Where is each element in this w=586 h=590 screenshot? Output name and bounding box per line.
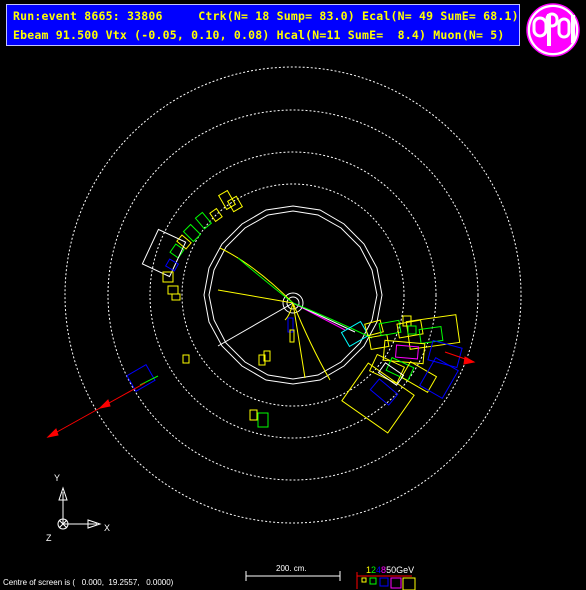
track [237, 257, 294, 304]
jet-chamber-outline [208, 210, 378, 380]
track [217, 302, 294, 347]
y-axis-label: Y [54, 473, 60, 483]
track [292, 302, 331, 381]
event-info-header: Run:event 8665: 33806 Ctrk(N= 18 Sump= 8… [6, 4, 520, 46]
jet-chamber-outline-inner [203, 205, 383, 385]
lower-left-cluster [126, 354, 269, 428]
axes-indicator [57, 486, 102, 530]
hcal-ring-outer [107, 109, 479, 481]
ecal-ring [181, 183, 405, 407]
muon-chamber-ring-outer [64, 66, 522, 524]
track [292, 302, 306, 379]
arrowhead-icon [46, 428, 59, 438]
opal-logo [526, 3, 580, 57]
hcal-ring-inner [149, 151, 437, 439]
centre-of-screen: Centre of screen is ( 0.000, 19.2557, 0.… [3, 578, 174, 587]
track [292, 302, 373, 339]
x-axis-label: X [104, 523, 110, 533]
energy-digits: 124850GeV [366, 565, 414, 575]
event-display: Y X Z 200. cm. 124850GeV [46, 66, 522, 590]
event-info-line-2: Ebeam 91.500 Vtx (-0.05, 0.10, 0.08) Hca… [13, 28, 505, 42]
arrowhead-icon [463, 356, 476, 365]
arrowhead-icon [98, 399, 111, 409]
central-tracks [217, 247, 373, 381]
z-axis-label: Z [46, 533, 52, 543]
event-info-line-1: Run:event 8665: 33806 Ctrk(N= 18 Sump= 8… [13, 9, 519, 23]
scale-label: 200. cm. [276, 564, 307, 573]
